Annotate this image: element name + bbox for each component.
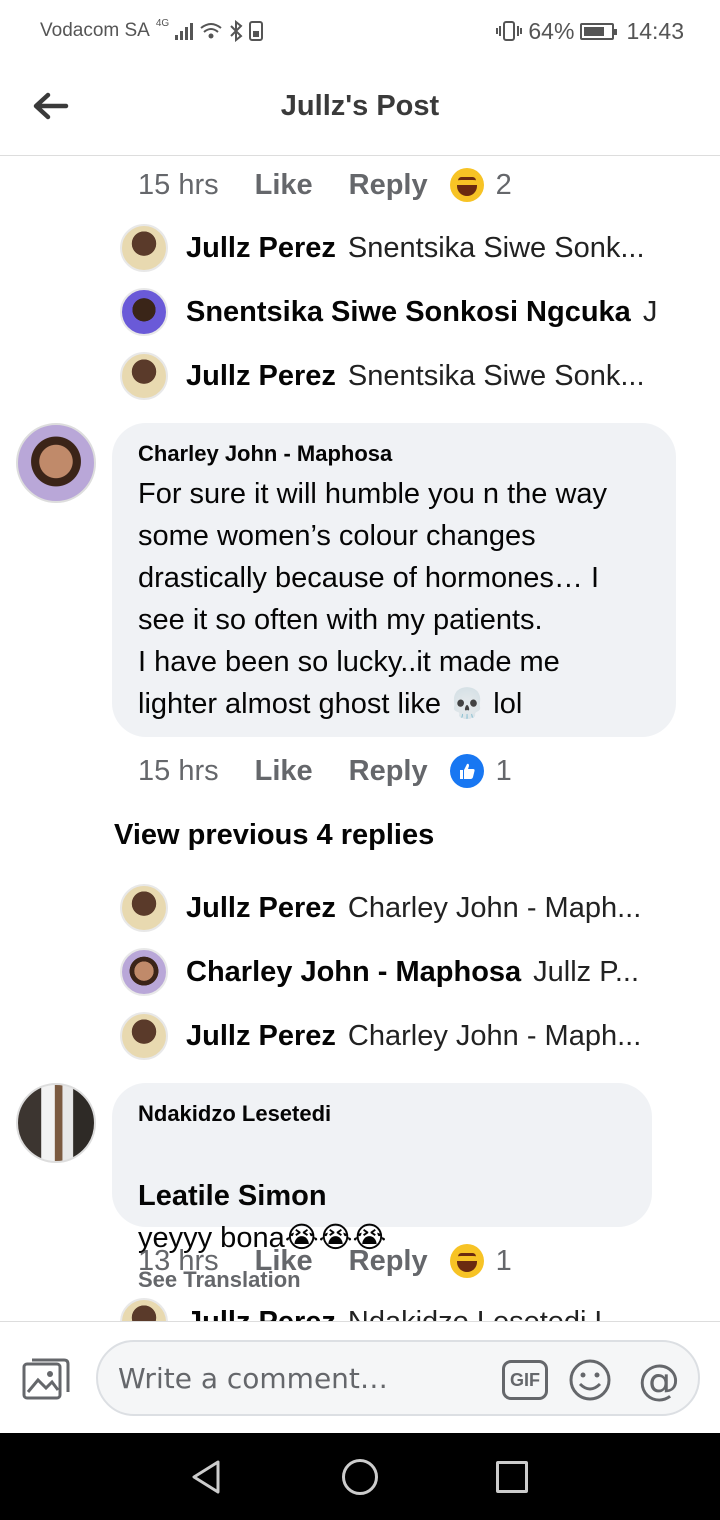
avatar[interactable] [16,1083,96,1163]
avatar[interactable] [16,423,96,503]
wifi-icon [200,23,222,39]
reply-button[interactable]: Reply [349,1245,428,1278]
comment-author[interactable]: Ndakidzo Lesetedi [138,1101,626,1127]
carrier-label: Vodacom SA [40,20,150,41]
comment-meta-row: 15 hrs Like Reply 2 [138,165,512,205]
reply-snippet: J [642,295,658,328]
comment-input[interactable] [118,1361,488,1395]
bluetooth-icon [230,20,243,42]
avatar[interactable] [120,1298,168,1321]
like-reaction-icon[interactable] [449,754,484,788]
sim-icon [249,21,264,41]
comment-meta-row: 13 hrs Like Reply 1 [138,1241,512,1281]
battery-icon [580,22,618,40]
comment-time: 15 hrs [138,754,219,787]
smiley-icon[interactable] [568,1358,612,1402]
haha-reaction-icon[interactable] [449,1244,484,1278]
reply-snippet: Charley John - Maph... [347,891,642,924]
battery-percent: 64% [528,17,575,44]
comment-time: 13 hrs [138,1244,219,1277]
reaction-count[interactable]: 1 [496,755,512,788]
comment-bubble: Charley John - Maphosa For sure it will … [112,423,676,737]
avatar[interactable] [120,884,168,932]
view-previous-replies-link[interactable]: View previous 4 replies [114,819,434,852]
reply-author[interactable]: Jullz Perez [186,232,336,265]
avatar[interactable] [120,948,168,996]
reply-author[interactable]: Charley John - Maphosa [186,956,521,989]
reply-snippet: Snentsika Siwe Sonk... [347,359,645,392]
comments-list[interactable]: 15 hrs Like Reply 2 Jullz Perez Snentsik… [0,157,720,1321]
app-header: Jullz's Post [0,62,720,156]
status-bar: Vodacom SA 4G 64% 14:43 [0,0,720,62]
comment-author[interactable]: Charley John - Maphosa [138,441,650,467]
nav-back-icon[interactable] [190,1459,222,1495]
system-nav-bar [0,1433,720,1520]
network-type: 4G [155,17,170,29]
nav-recents-icon[interactable] [496,1461,528,1493]
clock: 14:43 [626,17,684,44]
reply-snippet: Snentsika Siwe Sonk... [347,231,645,264]
comment-composer: GIF @ [0,1321,720,1433]
avatar[interactable] [120,1012,168,1060]
gif-icon[interactable]: GIF [502,1360,548,1400]
comment-text: For sure it will humble you n the way so… [138,478,608,720]
signal-icon [175,22,194,40]
at-icon[interactable]: @ [638,1356,680,1404]
reply-author[interactable]: Jullz Perez [186,892,336,925]
avatar[interactable] [120,288,168,336]
nav-home-icon[interactable] [342,1459,378,1495]
reply-button[interactable]: Reply [349,169,428,202]
reply-preview[interactable]: Jullz Perez Charley John - Maph... [120,883,700,933]
page-title: Jullz's Post [280,90,440,122]
reply-author[interactable]: Jullz Perez [186,1306,336,1322]
reaction-count[interactable]: 1 [496,1245,512,1278]
reply-preview[interactable]: Jullz Perez Snentsika Siwe Sonk... [120,351,700,401]
reply-preview[interactable]: Jullz Perez Snentsika Siwe Sonk... [120,223,700,273]
reply-snippet: Ndakidzo Lesetedi L [348,1306,611,1322]
reply-preview[interactable]: Snentsika Siwe Sonkosi Ngcuka J [120,287,700,337]
reply-button[interactable]: Reply [349,755,428,788]
comment-bubble: Ndakidzo Lesetedi Leatile Simon yeyyy bo… [112,1083,652,1292]
comment-meta-row: 15 hrs Like Reply 1 [138,751,512,791]
comment-time: 15 hrs [138,168,219,201]
mentioned-user[interactable]: Leatile Simon [138,1180,327,1212]
like-button[interactable]: Like [255,169,313,202]
photo-icon[interactable] [22,1356,70,1402]
like-button[interactable]: Like [255,755,313,788]
haha-reaction-icon[interactable] [449,168,484,202]
comment-field[interactable]: GIF @ [96,1340,700,1416]
reaction-count[interactable]: 2 [496,169,512,202]
like-button[interactable]: Like [255,1245,313,1278]
reply-preview[interactable]: Jullz Perez Charley John - Maph... [120,1011,700,1061]
avatar[interactable] [120,224,168,272]
reply-author[interactable]: Jullz Perez [186,360,336,393]
reply-author[interactable]: Snentsika Siwe Sonkosi Ngcuka [186,296,631,329]
reply-preview[interactable]: Jullz Perez Ndakidzo Lesetedi L [120,1297,700,1321]
reply-author[interactable]: Jullz Perez [186,1020,336,1053]
avatar[interactable] [120,352,168,400]
vibrate-icon [496,21,523,41]
reply-snippet: Jullz P... [533,955,640,988]
reply-preview[interactable]: Charley John - Maphosa Jullz P... [120,947,700,997]
reply-snippet: Charley John - Maph... [347,1019,642,1052]
